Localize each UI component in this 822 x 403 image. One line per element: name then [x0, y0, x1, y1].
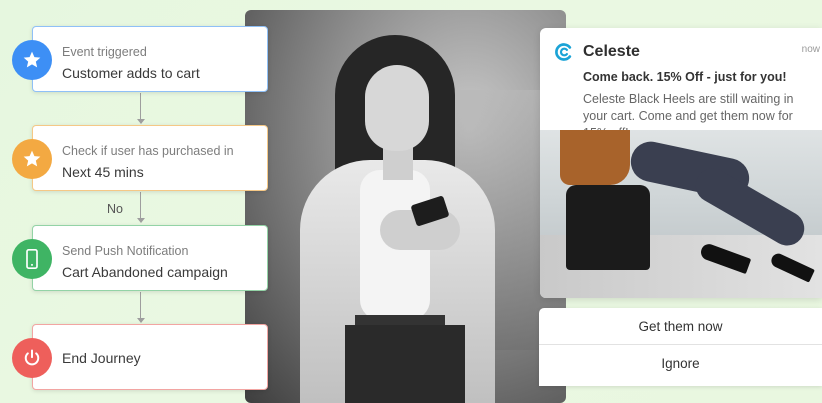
power-icon [12, 338, 52, 378]
connector-line [140, 93, 141, 119]
connector-line [140, 192, 141, 218]
node-title: Customer adds to cart [62, 65, 200, 81]
star-icon [12, 139, 52, 179]
workflow-node-event-trigger[interactable]: Event triggered Customer adds to cart [32, 26, 268, 92]
node-title: Next 45 mins [62, 164, 144, 180]
notification-app-name: Celeste [583, 43, 640, 60]
get-them-now-button[interactable]: Get them now [539, 308, 822, 344]
workflow-node-send-push[interactable]: Send Push Notification Cart Abandoned ca… [32, 225, 268, 291]
connector-line [140, 292, 141, 318]
connector-arrow [137, 318, 145, 323]
node-title: End Journey [62, 350, 141, 366]
node-subtitle: Send Push Notification [62, 244, 189, 258]
notification-time: now [801, 44, 820, 55]
smartphone-icon [12, 239, 52, 279]
node-subtitle: Event triggered [62, 45, 147, 59]
ignore-button[interactable]: Ignore [539, 345, 822, 381]
push-notification[interactable]: Celeste now Come back. 15% Off - just fo… [540, 28, 822, 298]
celeste-logo-icon [554, 42, 574, 62]
hero-photo [245, 10, 566, 403]
connector-arrow [137, 218, 145, 223]
notification-actions: Get them now Ignore [539, 308, 822, 386]
workflow-node-end-journey[interactable]: End Journey [32, 324, 268, 390]
product-image [540, 130, 822, 298]
branch-label: No [107, 202, 123, 216]
workflow-node-condition[interactable]: Check if user has purchased in Next 45 m… [32, 125, 268, 191]
notification-title: Come back. 15% Off - just for you! [583, 70, 787, 84]
connector-arrow [137, 119, 145, 124]
node-title: Cart Abandoned campaign [62, 264, 228, 280]
node-subtitle: Check if user has purchased in [62, 144, 234, 158]
star-icon [12, 40, 52, 80]
